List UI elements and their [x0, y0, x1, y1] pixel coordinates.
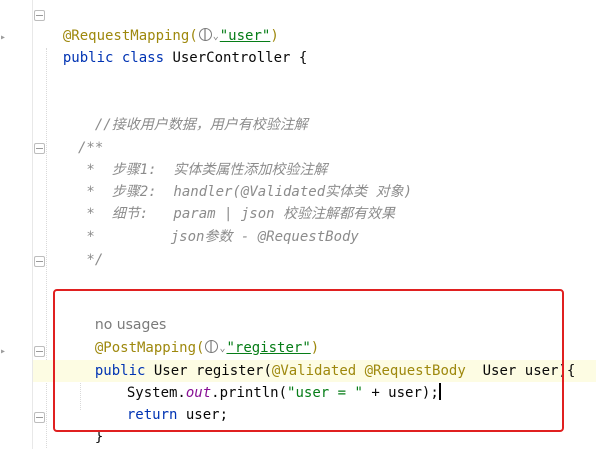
javadoc-token: /**: [78, 140, 104, 156]
editor-gutter: [0, 0, 32, 449]
keyword-token: public class: [62, 50, 173, 66]
code-line-javadoc-open[interactable]: /**: [78, 137, 103, 159]
gutter-marker-icon: ▸: [0, 346, 7, 357]
javadoc-token: * 细节: param | json 校验注解都有效果: [78, 206, 396, 222]
gutter-marker-icon: ▸: [0, 32, 7, 43]
code-line-javadoc[interactable]: * 步骤1: 实体类属性添加校验注解: [78, 159, 327, 181]
fold-toggle-icon[interactable]: [34, 346, 45, 357]
comment-token: //接收用户数据，用户有校验注解: [94, 117, 308, 133]
code-line-comment[interactable]: //接收用户数据，用户有校验注解: [78, 92, 308, 133]
javadoc-token: * 步骤2: handler(@Validated实体类 对象): [78, 184, 413, 200]
javadoc-token: * json参数 - @RequestBody: [78, 229, 359, 245]
javadoc-token: * 步骤1: 实体类属性添加校验注解: [78, 162, 328, 178]
code-line-class-annotation[interactable]: @RequestMapping(⌄"user"): [46, 3, 279, 44]
fold-toggle-icon[interactable]: [34, 256, 45, 267]
fold-toggle-icon[interactable]: [34, 10, 45, 21]
indent-guide: [46, 48, 47, 448]
highlight-annotation-box: [53, 289, 564, 432]
code-line-javadoc[interactable]: * 细节: param | json 校验注解都有效果: [78, 203, 395, 225]
class-name-token: UserController {: [172, 50, 308, 66]
code-line-javadoc[interactable]: * json参数 - @RequestBody: [78, 226, 359, 248]
code-line-class-decl[interactable]: public class UserController {: [46, 25, 307, 66]
code-line-javadoc[interactable]: * 步骤2: handler(@Validated实体类 对象): [78, 181, 412, 203]
javadoc-token: */: [78, 252, 104, 268]
fold-toggle-icon[interactable]: [34, 143, 45, 154]
code-line-javadoc-close[interactable]: */: [78, 249, 103, 271]
fold-toggle-icon[interactable]: [34, 412, 45, 423]
